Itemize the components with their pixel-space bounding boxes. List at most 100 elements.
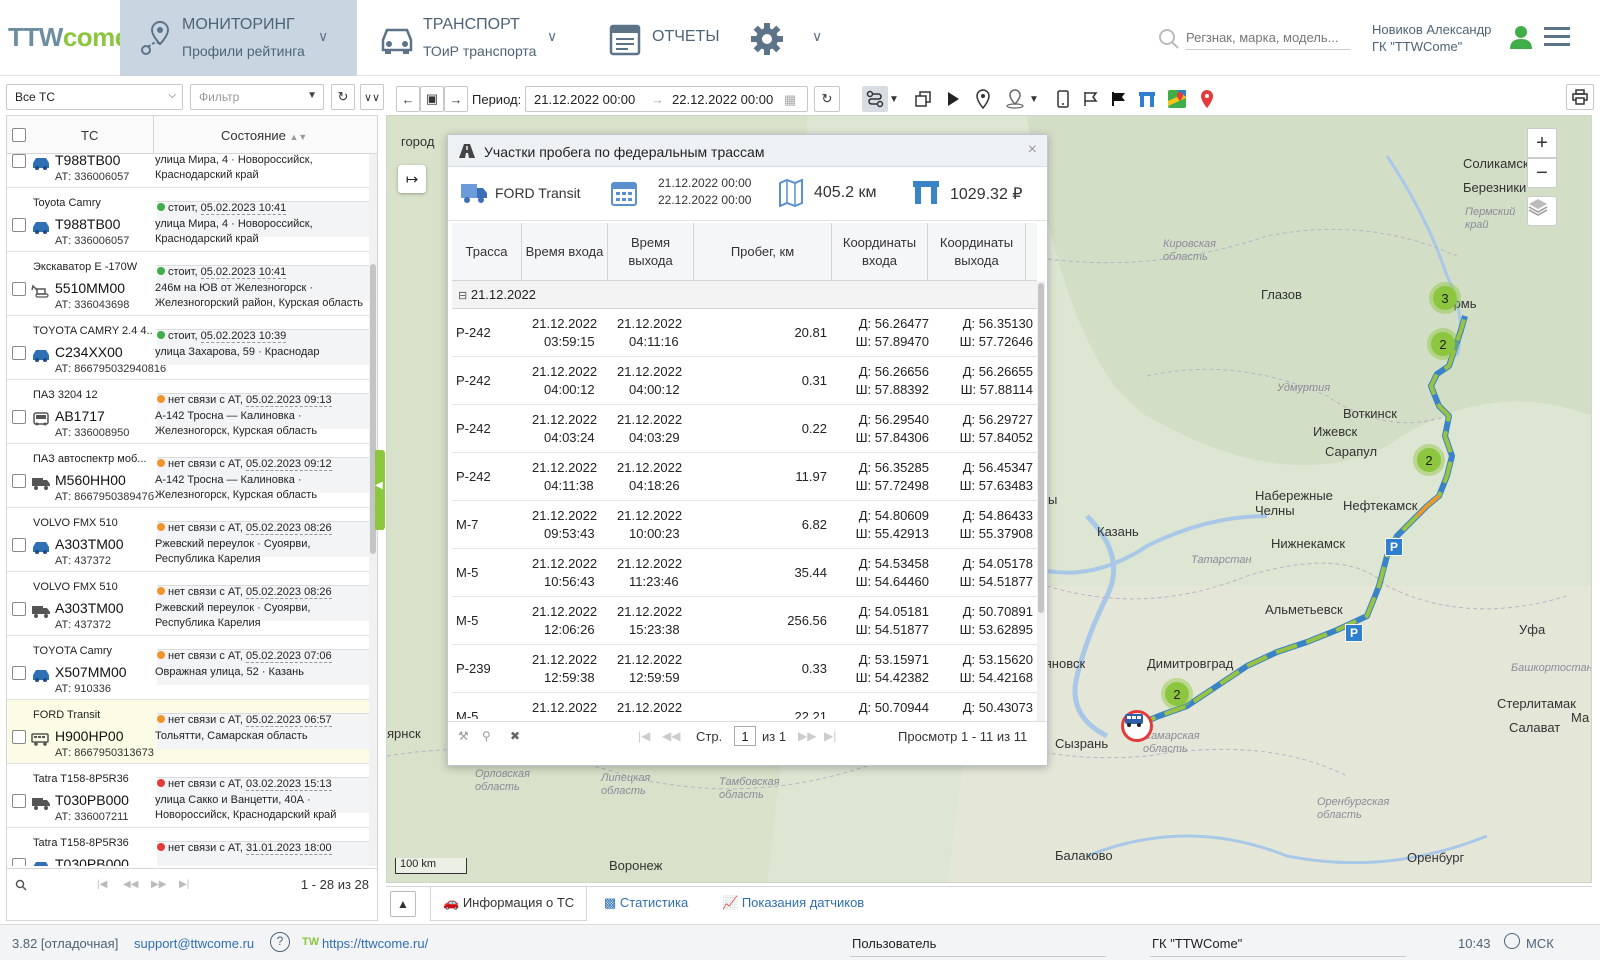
vehicle-plate[interactable]: Т030РВ000	[55, 792, 129, 808]
row-checkbox[interactable]	[12, 218, 26, 232]
scrollbar-thumb[interactable]	[1038, 283, 1044, 613]
cluster-marker[interactable]: 2	[1427, 328, 1459, 360]
tab-sensors[interactable]: 📈 Показания датчиков	[710, 887, 876, 921]
search-icon[interactable]	[15, 879, 27, 891]
table-row[interactable]: Р-242 21.12.2022 04:00:12 21.12.2022 04:00:1…	[452, 357, 1037, 405]
header-coords-out[interactable]: Координаты выхода	[928, 223, 1026, 281]
select-all-checkbox[interactable]	[12, 128, 26, 142]
row-checkbox[interactable]	[12, 410, 26, 424]
first-page-icon[interactable]: |◀	[638, 729, 650, 743]
status-time[interactable]: 05.02.2023 07:06	[246, 650, 332, 663]
group-row[interactable]: ⊟ 21.12.2022	[452, 281, 1037, 309]
column-status[interactable]: Состояние ▲▼	[221, 128, 307, 143]
header-time-out[interactable]: Время выхода	[608, 223, 694, 281]
row-checkbox[interactable]	[12, 858, 26, 866]
search-icon[interactable]: ⚲	[482, 729, 491, 743]
play-icon[interactable]	[940, 86, 966, 112]
chevron-down-icon[interactable]: ∨	[318, 28, 328, 45]
calendar-icon[interactable]: ▦	[784, 92, 796, 108]
vehicle-plate[interactable]: 5510ММ00	[55, 280, 125, 296]
phone-icon[interactable]	[1050, 86, 1076, 112]
row-checkbox[interactable]	[12, 602, 26, 616]
cluster-marker[interactable]: 2	[1161, 678, 1193, 710]
table-row[interactable]: М-5 21.12.2022 21.12.2022 22.21 Д: 50.70944 Д…	[452, 693, 1037, 719]
zoom-in-button[interactable]: +	[1527, 128, 1557, 158]
status-time[interactable]: 05.02.2023 06:57	[246, 714, 332, 727]
status-time[interactable]: 05.02.2023 08:26	[246, 586, 332, 599]
print-icon[interactable]	[1566, 84, 1594, 110]
header-coords-in[interactable]: Координаты входа	[832, 223, 928, 281]
cluster-marker[interactable]: 2	[1413, 444, 1445, 476]
status-time[interactable]: 05.02.2023 09:13	[246, 394, 332, 407]
vehicle-plate[interactable]: Х507ММ00	[55, 664, 127, 680]
filter-input[interactable]: Фильтр ▼	[190, 84, 324, 110]
list-item[interactable]: Экскаватор Е -170W 5510ММ00 АТ: 336043698 с…	[7, 252, 369, 316]
table-scrollbar[interactable]	[1037, 281, 1045, 721]
vehicle-plate[interactable]: А303ТМ00	[55, 536, 123, 552]
nav-transport-sub[interactable]: ТОиР транспорта	[423, 43, 536, 59]
arrow-left-icon[interactable]: ←	[396, 86, 420, 112]
sort-icon[interactable]: ▲▼	[290, 132, 308, 142]
row-checkbox[interactable]	[12, 474, 26, 488]
prev-page-icon[interactable]: ◀◀	[662, 729, 680, 743]
table-row[interactable]: М-5 21.12.2022 12:06:26 21.12.2022 15:23:38 2…	[452, 597, 1037, 645]
list-item[interactable]: FORD Transit Н900НР00 АТ: 8667950313673 нет…	[7, 700, 369, 764]
list-item[interactable]: ПАЗ 3204 12 АВ1717 АТ: 336008950 нет связи …	[7, 380, 369, 444]
period-range-input[interactable]: 21.12.2022 00:00 → 22.12.2022 00:00 ▦	[525, 86, 808, 112]
help-icon[interactable]: ?	[270, 932, 290, 952]
row-checkbox[interactable]	[12, 282, 26, 296]
flag-outline-icon[interactable]	[1078, 86, 1104, 112]
header-mileage[interactable]: Пробег, км	[694, 223, 832, 281]
wrench-icon[interactable]: ⚒	[458, 729, 469, 743]
vehicle-filter-select[interactable]: Все ТС ⌵	[6, 84, 183, 110]
parking-marker-icon[interactable]: P	[1345, 624, 1363, 642]
list-item[interactable]: ПАЗ автоспектр моб... М560НН00 АТ: 8667950…	[7, 444, 369, 508]
caret-down-icon[interactable]: ▼	[307, 90, 317, 101]
hamburger-menu-icon[interactable]	[1544, 26, 1570, 48]
row-checkbox[interactable]	[12, 794, 26, 808]
list-item[interactable]: Tatra T158-8P5R36 Т030РВ000 АТ: 336007211 н…	[7, 764, 369, 828]
double-chevron-down-icon[interactable]: ∨∨	[360, 84, 384, 110]
last-page-icon[interactable]: ▶|	[824, 729, 836, 743]
dialog-title-bar[interactable]: Участки пробега по федеральным трассам ×	[448, 135, 1047, 167]
status-time[interactable]: 05.02.2023 10:41	[200, 266, 287, 279]
list-item[interactable]: TOYOTA Camry Х507ММ00 АТ: 910336 нет связи …	[7, 636, 369, 700]
calendar-icon[interactable]: ▣	[420, 86, 444, 112]
clear-filter-icon[interactable]: ✖	[510, 729, 520, 743]
search-icon[interactable]	[1158, 28, 1180, 50]
toll-gate-icon[interactable]	[1134, 86, 1160, 112]
row-checkbox[interactable]	[12, 154, 26, 168]
tab-vehicle-info[interactable]: 🚗 Информация о ТС	[430, 887, 588, 921]
status-time[interactable]: 05.02.2023 10:41	[200, 202, 287, 215]
next-page-icon[interactable]: ▶▶	[798, 729, 816, 743]
header-road[interactable]: Трасса	[452, 223, 522, 281]
user-name[interactable]: Новиков Александр	[1372, 22, 1491, 37]
nav-monitoring-sub[interactable]: Профили рейтинга	[182, 43, 305, 59]
table-row[interactable]: М-7 21.12.2022 09:53:43 21.12.2022 10:00:23 6…	[452, 501, 1037, 549]
last-page-icon[interactable]: ▶|	[179, 879, 189, 890]
vehicle-plate[interactable]: Н900НР00	[55, 728, 124, 744]
refresh-period-icon[interactable]: ↻	[814, 86, 840, 112]
vehicle-plate[interactable]: Т988ТВ00	[55, 154, 120, 168]
vehicle-marker-icon[interactable]	[1121, 710, 1153, 742]
prev-page-icon[interactable]: ◀◀	[123, 879, 138, 890]
period-to[interactable]: 22.12.2022 00:00	[672, 92, 773, 107]
status-time[interactable]: 05.02.2023 09:12	[246, 458, 332, 471]
vehicle-plate[interactable]: Т988ТВ00	[55, 216, 120, 232]
caret-down-icon[interactable]: ▼	[886, 86, 902, 112]
list-item[interactable]: VOLVO FMX 510 А303ТМ00 АТ: 437372 нет связи…	[7, 572, 369, 636]
layers-icon[interactable]	[1527, 196, 1557, 226]
status-time[interactable]: 03.02.2023 15:13	[246, 778, 332, 791]
vehicle-plate[interactable]: С234ХХ00	[55, 344, 123, 360]
status-time[interactable]: 31.01.2023 18:00	[246, 842, 332, 855]
collapse-group-icon[interactable]: ⊟	[458, 290, 467, 302]
refresh-icon[interactable]: ↻	[331, 84, 355, 110]
user-icon[interactable]	[1508, 24, 1534, 50]
route-toggle-icon[interactable]	[862, 86, 888, 112]
vehicle-plate[interactable]: А303ТМ00	[55, 600, 123, 616]
copy-icon[interactable]	[910, 86, 936, 112]
row-checkbox[interactable]	[12, 538, 26, 552]
tab-statistics[interactable]: ▩ Статистика	[592, 887, 700, 921]
next-page-icon[interactable]: ▶▶	[151, 879, 166, 890]
zoom-out-button[interactable]: −	[1527, 158, 1557, 188]
